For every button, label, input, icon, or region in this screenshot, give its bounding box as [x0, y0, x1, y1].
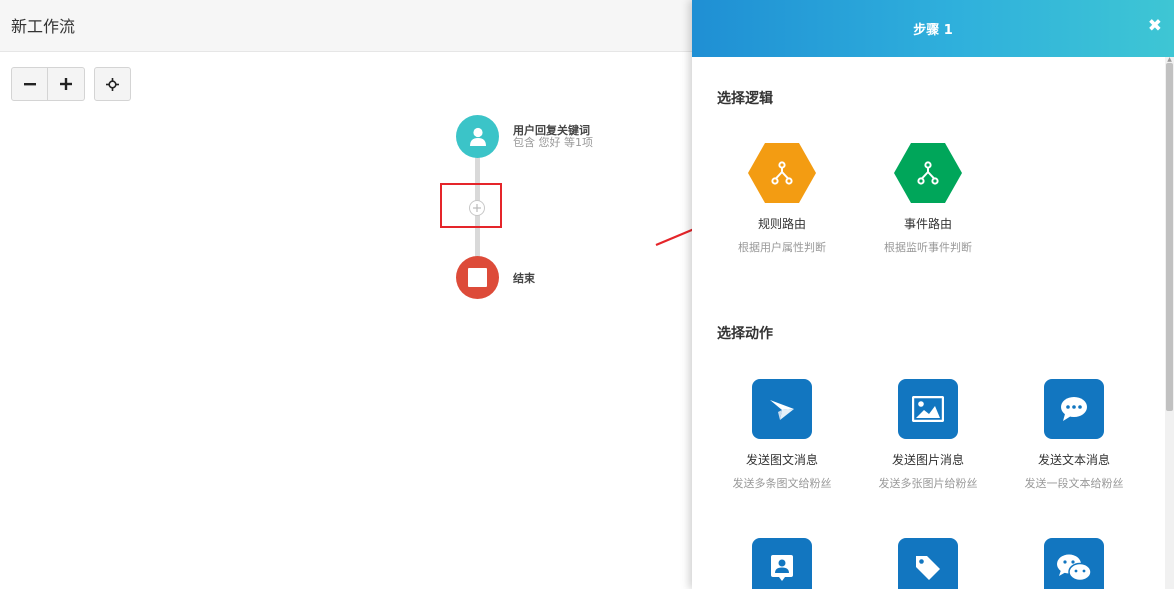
canvas-topbar: 新工作流 [0, 0, 692, 52]
step-panel: 步骤 1 ✖ 选择逻辑 规则路由 根据用户属性判断 事件路由 根据监听事件判断 … [692, 0, 1174, 589]
image-icon [898, 379, 958, 439]
crosshair-icon [106, 77, 119, 91]
send-contact-card[interactable] [722, 538, 842, 589]
stop-icon [468, 268, 487, 287]
rule-route-card[interactable]: 规则路由 根据用户属性判断 [722, 143, 842, 255]
add-tag-card[interactable] [868, 538, 988, 589]
card-desc: 根据用户属性判断 [738, 241, 826, 254]
center-view-button[interactable] [94, 67, 131, 101]
minus-icon [23, 83, 36, 86]
comment-icon [1044, 379, 1104, 439]
zoom-out-button[interactable] [11, 67, 48, 101]
end-node-title: 结束 [513, 272, 535, 285]
card-label: 发送文本消息 [1037, 453, 1110, 467]
paper-plane-icon [752, 379, 812, 439]
card-label: 发送图文消息 [745, 453, 818, 467]
end-node[interactable] [456, 256, 499, 299]
card-label: 发送图片消息 [891, 453, 964, 467]
wechat-card[interactable] [1014, 538, 1134, 589]
card-desc: 根据监听事件判断 [884, 241, 972, 254]
start-node-subtitle: 包含 您好 等1项 [513, 136, 593, 149]
wechat-icon [1044, 538, 1104, 589]
start-node[interactable] [456, 115, 499, 158]
card-desc: 发送多条图文给粉丝 [732, 477, 832, 490]
contact-card-icon [752, 538, 812, 589]
action-section-title: 选择动作 [717, 326, 773, 342]
panel-scrollbar[interactable]: ▲ [1165, 57, 1174, 589]
zoom-controls [11, 67, 85, 101]
page-title: 新工作流 [11, 17, 76, 36]
branch-icon [894, 143, 962, 203]
send-news-card[interactable]: 发送图文消息 发送多条图文给粉丝 [722, 379, 842, 491]
card-desc: 发送一段文本给粉丝 [1024, 477, 1124, 490]
send-image-card[interactable]: 发送图片消息 发送多张图片给粉丝 [868, 379, 988, 491]
card-label: 事件路由 [903, 217, 952, 231]
user-icon [469, 127, 486, 146]
tag-icon [898, 538, 958, 589]
card-label: 规则路由 [757, 217, 806, 231]
card-desc: 发送多张图片给粉丝 [878, 477, 978, 490]
branch-icon [748, 143, 816, 203]
send-text-card[interactable]: 发送文本消息 发送一段文本给粉丝 [1014, 379, 1134, 491]
panel-header: 步骤 1 ✖ [692, 0, 1174, 57]
logic-section-title: 选择逻辑 [717, 91, 773, 107]
close-icon[interactable]: ✖ [1148, 16, 1162, 36]
event-route-card[interactable]: 事件路由 根据监听事件判断 [868, 143, 988, 255]
annotation-highlight-box [440, 183, 502, 228]
scroll-thumb[interactable] [1166, 63, 1173, 411]
zoom-in-button[interactable] [48, 67, 85, 101]
plus-icon [60, 78, 72, 90]
panel-title: 步骤 1 [913, 23, 953, 38]
